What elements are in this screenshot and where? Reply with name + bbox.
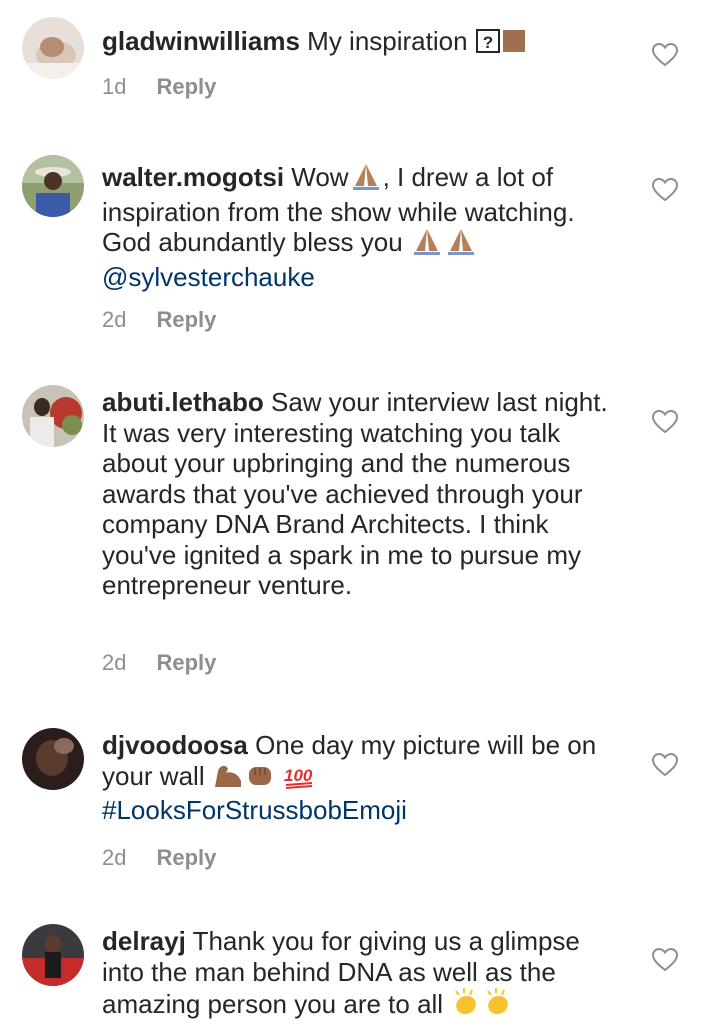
mention-link[interactable]: @sylvesterchauke [102, 262, 315, 292]
heart-icon[interactable] [651, 177, 679, 202]
comment-username[interactable]: delrayj [102, 926, 186, 956]
brown-square-emoji-icon [501, 28, 527, 61]
comment-text: djvoodoosa One day my picture will be on… [102, 730, 622, 826]
folded-hands-emoji-icon [410, 227, 444, 262]
comment-text: delrayj Thank you for giving us a glimps… [102, 926, 622, 1024]
svg-text:100: 100 [284, 766, 313, 785]
folded-hands-emoji-icon [349, 162, 383, 197]
flexed-biceps-emoji-icon [212, 761, 244, 796]
reply-button[interactable]: Reply [156, 845, 216, 870]
comment-username[interactable]: gladwinwilliams [102, 26, 300, 56]
comment-meta: 2d Reply [102, 845, 216, 871]
comment-time: 2d [102, 650, 127, 675]
comment-meta: 2d Reply [102, 650, 216, 676]
avatar[interactable] [22, 17, 84, 79]
heart-icon[interactable] [651, 947, 679, 972]
avatar[interactable] [22, 924, 84, 986]
avatar[interactable] [22, 155, 84, 217]
reply-button[interactable]: Reply [156, 307, 216, 332]
avatar[interactable] [22, 728, 84, 790]
avatar[interactable] [22, 385, 84, 447]
comment-text: abuti.lethabo Saw your interview last ni… [102, 387, 622, 601]
comment-time: 2d [102, 845, 127, 870]
comment-username[interactable]: abuti.lethabo [102, 387, 264, 417]
heart-icon[interactable] [651, 752, 679, 777]
comment-username[interactable]: djvoodoosa [102, 730, 248, 760]
clapping-hands-emoji-icon [482, 987, 514, 1024]
comment-meta: 2d Reply [102, 307, 216, 333]
oncoming-fist-emoji-icon [244, 761, 276, 796]
comment-time: 2d [102, 307, 127, 332]
folded-hands-emoji-icon [444, 227, 478, 262]
comment-meta: 1d Reply [102, 74, 216, 100]
comment-text: gladwinwilliams My inspiration ? [102, 26, 622, 61]
comment-username[interactable]: walter.mogotsi [102, 162, 284, 192]
svg-text:?: ? [483, 33, 493, 52]
reply-button[interactable]: Reply [156, 74, 216, 99]
comment-text: walter.mogotsi Wow, I drew a lot of insp… [102, 162, 622, 292]
hundred-points-emoji-icon: 100 [283, 761, 315, 796]
heart-icon[interactable] [651, 42, 679, 67]
reply-button[interactable]: Reply [156, 650, 216, 675]
clapping-hands-emoji-icon [450, 987, 482, 1024]
comment-body: My inspiration [299, 26, 475, 56]
comment-body: Wow [284, 162, 349, 192]
hashtag-link[interactable]: #LooksForStrussbobEmoji [102, 795, 407, 825]
comment-body: Saw your interview last night. It was ve… [102, 387, 608, 600]
comment-time: 1d [102, 74, 127, 99]
heart-icon[interactable] [651, 409, 679, 434]
question-box-emoji-icon: ? [475, 28, 501, 61]
